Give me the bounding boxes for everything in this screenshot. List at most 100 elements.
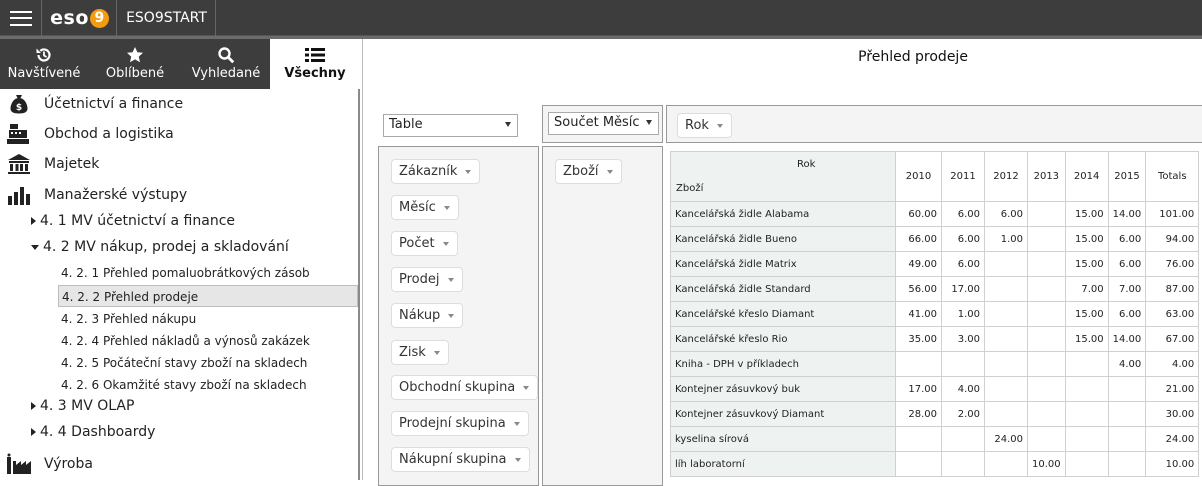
total-cell: 4.00 xyxy=(1145,351,1200,377)
eso9-logo[interactable]: eso 9 xyxy=(43,0,117,36)
value-cell xyxy=(1064,351,1109,377)
total-cell: 24.00 xyxy=(1145,426,1200,452)
menu-leaf-slow-moving-stock[interactable]: 4. 2. 1 Přehled pomaluobrátkových zásob xyxy=(61,262,359,284)
value-cell xyxy=(1064,401,1109,427)
top-bar: eso 9 ESO9START xyxy=(0,0,1202,36)
tab-searched[interactable]: Vyhledané xyxy=(182,39,270,89)
year-header[interactable]: 2014 xyxy=(1064,151,1109,202)
value-cell xyxy=(984,301,1028,327)
menu-item-assets[interactable]: Majetek xyxy=(0,151,99,177)
table-header-row: Rok Zboží 2010 2011 2012 2013 2014 2015 Totals xyxy=(670,151,1200,202)
menu-leaf-sales-overview[interactable]: 4. 2. 2 Přehled prodeje xyxy=(58,285,358,307)
menu-item-mv-accounting[interactable]: 4. 1 MV účetnictví a finance xyxy=(31,213,235,229)
attr-pill-sales-group[interactable]: Prodejní skupina xyxy=(391,411,529,436)
menu-leaf-order-costs[interactable]: 4. 2. 4 Přehled nákladů a výnosů zakázek xyxy=(61,330,359,352)
attr-pill-sale[interactable]: Prodej xyxy=(391,267,463,292)
renderer-select[interactable]: Table xyxy=(383,114,518,137)
col-attr-rok[interactable]: Rok xyxy=(677,113,732,138)
search-icon xyxy=(182,39,270,65)
menu-item-mv-olap[interactable]: 4. 3 MV OLAP xyxy=(31,398,134,414)
tab-label: Oblíbené xyxy=(105,66,165,81)
menu-item-management-reports[interactable]: Manažerské výstupy xyxy=(0,182,187,208)
expand-arrow-icon xyxy=(31,428,36,436)
value-cell xyxy=(1064,376,1109,402)
aggregator-select[interactable]: Součet Měsíc xyxy=(548,112,659,135)
aggregator-value: Součet Měsíc xyxy=(554,115,640,130)
pivot-corner-cell: Rok Zboží xyxy=(670,151,896,202)
row-label: Kancelářská židle Bueno xyxy=(670,226,896,252)
svg-text:$: $ xyxy=(16,103,22,113)
total-cell: 87.00 xyxy=(1145,276,1200,302)
value-cell: 6.00 xyxy=(984,201,1028,227)
attr-pill-profit[interactable]: Zisk xyxy=(391,340,449,365)
value-cell: 60.00 xyxy=(895,201,942,227)
tab-all[interactable]: Všechny xyxy=(270,39,360,89)
menu-leaf-current-stock[interactable]: 4. 2. 6 Okamžité stavy zboží na skladech xyxy=(61,374,359,396)
dropdown-arrow-icon xyxy=(442,242,449,246)
dropdown-arrow-icon xyxy=(465,170,472,174)
menu-item-accounting[interactable]: $ Účetnictví a finance xyxy=(0,91,183,117)
value-cell: 56.00 xyxy=(895,276,942,302)
pill-label: Zboží xyxy=(563,164,599,179)
value-cell: 28.00 xyxy=(895,401,942,427)
dropdown-arrow-icon xyxy=(448,314,455,318)
attr-pill-count[interactable]: Počet xyxy=(391,231,458,256)
menu-leaf-purchase-overview[interactable]: 4. 2. 3 Přehled nákupu xyxy=(61,308,359,330)
total-cell: 63.00 xyxy=(1145,301,1200,327)
value-cell: 15.00 xyxy=(1064,326,1109,352)
menu-item-trade-logistics[interactable]: Obchod a logistika xyxy=(0,121,174,147)
row-attr-zbozi[interactable]: Zboží xyxy=(555,159,622,184)
value-cell: 7.00 xyxy=(1107,276,1147,302)
year-header[interactable]: 2015 xyxy=(1107,151,1147,202)
table-row: Kancelářská židle Matrix 49.00 6.00 15.00 6.… xyxy=(670,251,1200,277)
value-cell xyxy=(941,426,985,452)
value-cell: 4.00 xyxy=(941,376,985,402)
row-label: Kancelářská židle Standard xyxy=(670,276,896,302)
menu-item-label: 4. 3 MV OLAP xyxy=(40,398,135,414)
value-cell xyxy=(984,351,1028,377)
table-row: Kancelářské křeslo Rio 35.00 3.00 15.00 14.0… xyxy=(670,326,1200,352)
value-cell xyxy=(1027,426,1066,452)
tab-favorites[interactable]: Oblíbené xyxy=(88,39,182,89)
attr-pill-business-group[interactable]: Obchodní skupina xyxy=(391,375,539,400)
hamburger-menu-button[interactable] xyxy=(0,0,42,36)
table-row: Kontejner zásuvkový buk 17.00 4.00 21.00 xyxy=(670,376,1200,402)
menu-item-label: Účetnictví a finance xyxy=(44,96,184,112)
value-cell: 6.00 xyxy=(1107,301,1147,327)
attr-pill-customer[interactable]: Zákazník xyxy=(391,159,481,184)
attr-pill-purchase[interactable]: Nákup xyxy=(391,303,464,328)
value-cell xyxy=(1107,401,1147,427)
tab-visited[interactable]: Navštívené xyxy=(0,39,88,89)
year-header[interactable]: 2010 xyxy=(895,151,942,202)
value-cell xyxy=(895,426,942,452)
value-cell: 10.00 xyxy=(1027,451,1066,477)
year-header[interactable]: 2011 xyxy=(941,151,985,202)
year-header[interactable]: 2012 xyxy=(984,151,1028,202)
attr-pill-month[interactable]: Měsíc xyxy=(391,195,459,220)
value-cell xyxy=(1027,251,1066,277)
value-cell: 3.00 xyxy=(941,326,985,352)
total-cell: 30.00 xyxy=(1145,401,1200,427)
value-cell: 14.00 xyxy=(1107,326,1147,352)
dropdown-arrow-icon xyxy=(443,206,450,210)
value-cell xyxy=(1027,326,1066,352)
menu-item-production[interactable]: Výroba xyxy=(0,451,93,477)
value-cell: 17.00 xyxy=(941,276,985,302)
column-attributes-panel: Rok xyxy=(666,105,1202,143)
value-cell: 6.00 xyxy=(941,201,985,227)
value-cell xyxy=(941,351,985,377)
value-cell: 14.00 xyxy=(1107,201,1147,227)
menu-item-mv-purchase-sale[interactable]: 4. 2 MV nákup, prodej a skladování xyxy=(31,239,289,255)
year-header[interactable]: 2013 xyxy=(1027,151,1066,202)
attr-pill-purchase-group[interactable]: Nákupní skupina xyxy=(391,447,530,472)
value-cell xyxy=(1107,451,1147,477)
app-title[interactable]: ESO9START xyxy=(118,0,216,36)
menu-item-dashboards[interactable]: 4. 4 Dashboardy xyxy=(31,424,155,440)
value-cell xyxy=(895,451,942,477)
sidebar: Navštívené Oblíbené Vyhledané Všechny $ xyxy=(0,39,360,480)
table-row: Kancelářská židle Bueno 66.00 6.00 1.00 15.0… xyxy=(670,226,1200,252)
col-axis-label: Rok xyxy=(797,159,816,170)
table-row: Kancelářské křeslo Diamant 41.00 1.00 15.00… xyxy=(670,301,1200,327)
cash-register-icon xyxy=(6,122,32,146)
menu-leaf-initial-stock[interactable]: 4. 2. 5 Počáteční stavy zboží na skladec… xyxy=(61,352,359,374)
